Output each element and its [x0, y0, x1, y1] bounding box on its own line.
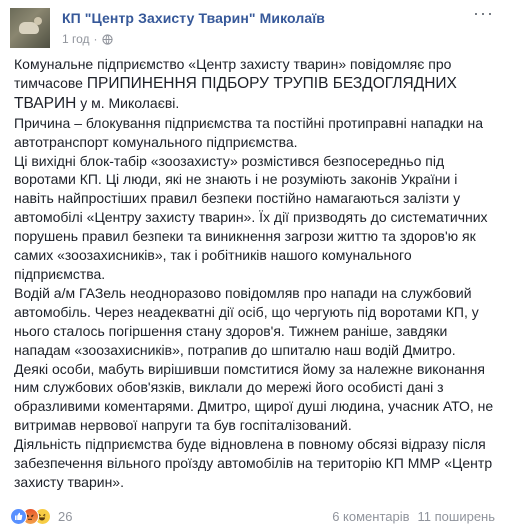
post-stats: 6 коментарів 11 поширень [324, 509, 495, 524]
post-header: КП "Центр Захисту Тварин" Миколаїв 1 год… [10, 4, 495, 52]
shares-count-link[interactable]: 11 поширень [418, 509, 495, 524]
dog-image [19, 17, 42, 34]
post-paragraph-blockade: Ці вихідні блок-табір «зоозахисту» розмі… [14, 152, 488, 282]
post-paragraph-driver: Водій а/м ГАЗель неодноразово повідомляв… [14, 284, 479, 358]
like-reaction-icon [10, 507, 27, 525]
facebook-post: КП "Центр Захисту Тварин" Миколаїв 1 год… [0, 0, 505, 532]
page-name-link[interactable]: КП "Центр Захисту Тварин" Миколаїв [62, 10, 325, 26]
post-body: Комунальне підприємство «Центр захисту т… [14, 55, 494, 492]
reactions-summary[interactable]: 26 [10, 507, 73, 525]
comments-count-link[interactable]: 6 коментарів [332, 509, 409, 524]
post-timestamp[interactable]: 1 год [62, 32, 90, 46]
post-meta: 1 год · [62, 32, 113, 46]
post-paragraph-reason: Причина – блокування підприємства та пос… [14, 114, 484, 150]
post-paragraph-resume: Діяльність підприємства буде відновлена … [14, 436, 493, 490]
page-avatar[interactable] [10, 8, 50, 48]
intro-tail: у м. Миколаєві. [76, 94, 180, 111]
post-footer: 26 6 коментарів 11 поширень [10, 504, 495, 528]
post-paragraph-intro: Комунальне підприємство «Центр захисту т… [14, 55, 494, 114]
globe-icon [101, 33, 113, 45]
meta-separator: · [93, 32, 98, 46]
post-paragraph-personal-data: Деякі особи, мабуть вирішивши помститися… [14, 360, 494, 434]
reaction-count: 26 [58, 508, 73, 524]
more-options-icon[interactable]: ··· [473, 4, 493, 24]
